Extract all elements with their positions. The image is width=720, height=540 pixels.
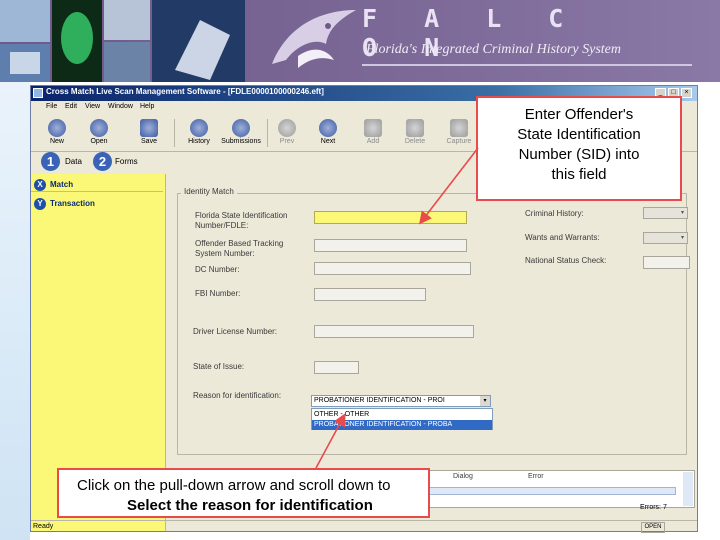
menu-window[interactable]: Window	[108, 103, 133, 110]
chevron-down-icon[interactable]: ▾	[480, 396, 490, 406]
criminal-history-select[interactable]: ▾	[643, 207, 688, 219]
window-title: Cross Match Live Scan Management Softwar…	[46, 87, 324, 96]
next-arrow-icon	[319, 119, 337, 137]
reason-label: Reason for identification:	[193, 391, 282, 400]
toolbar-separator	[174, 119, 175, 147]
new-button[interactable]: New	[37, 117, 77, 149]
save-button[interactable]: Save	[129, 117, 169, 149]
reason-dropdown-list: OTHER - OTHER PROBATIONER IDENTIFICATION…	[311, 408, 493, 430]
reason-select[interactable]: PROBATIONER IDENTIFICATION - PROI ▾	[311, 395, 491, 407]
save-label: Save	[141, 138, 157, 145]
menu-edit[interactable]: Edit	[65, 103, 77, 110]
app-icon	[33, 88, 43, 98]
falcon-subtitle: Florida's Integrated Criminal History Sy…	[366, 42, 621, 57]
grid-header-error[interactable]: Error	[528, 473, 544, 480]
new-icon	[48, 119, 66, 137]
driver-license-label: Driver License Number:	[193, 327, 278, 336]
wants-warrants-label: Wants and Warrants:	[525, 233, 600, 242]
grid-header-dialog[interactable]: Dialog	[453, 473, 473, 480]
nav-divider	[31, 191, 163, 192]
next-label: Next	[320, 138, 336, 145]
delete-icon	[406, 119, 424, 137]
capture-icon	[450, 119, 468, 137]
menu-help[interactable]: Help	[140, 103, 154, 110]
add-icon	[364, 119, 382, 137]
reason-option-other[interactable]: OTHER - OTHER	[312, 410, 492, 420]
sid-label: Florida State Identification Number/FDLE…	[195, 211, 288, 230]
tab-forms[interactable]: Forms	[115, 157, 138, 166]
sid-callout-line: Enter Offender's	[524, 106, 634, 123]
submissions-button[interactable]: Submissions	[221, 117, 261, 149]
chevron-down-icon: ▾	[680, 210, 684, 216]
open-label: Open	[90, 138, 108, 145]
state-of-issue-label: State of Issue:	[193, 362, 245, 371]
driver-license-input[interactable]	[314, 325, 474, 338]
fbi-number-label: FBI Number:	[195, 289, 241, 298]
obts-label: Offender Based Tracking System Number:	[195, 239, 284, 258]
nav-label-match: Match	[50, 180, 74, 189]
photo-mosaic-image	[0, 0, 245, 82]
delete-button[interactable]: Delete	[395, 117, 435, 149]
obts-input[interactable]	[314, 239, 467, 252]
capture-button[interactable]: Capture	[439, 117, 479, 149]
chevron-down-icon: ▾	[680, 235, 684, 241]
step-2-badge[interactable]: 2	[93, 152, 112, 171]
reason-callout: Click on the pull-down arrow and scroll …	[57, 468, 430, 518]
criminal-history-label: Criminal History:	[525, 209, 584, 218]
save-disk-icon	[140, 119, 158, 137]
sid-input[interactable]	[314, 211, 467, 224]
sid-callout: Enter Offender's State Identification Nu…	[476, 96, 682, 201]
close-button[interactable]: ×	[681, 88, 692, 98]
status-ready: Ready	[33, 523, 54, 530]
match-icon: X	[34, 179, 46, 191]
grid-vertical-scrollbar[interactable]	[683, 472, 693, 506]
tab-data[interactable]: Data	[65, 157, 82, 166]
menu-view[interactable]: View	[85, 103, 100, 110]
add-label: Add	[366, 138, 380, 145]
nav-label-transaction: Transaction	[50, 199, 95, 208]
menu-file[interactable]: File	[46, 103, 57, 110]
falcon-title: F A L C O N	[362, 4, 580, 62]
prev-arrow-icon	[278, 119, 296, 137]
banner-divider	[362, 64, 692, 66]
sid-callout-line: this field	[551, 166, 607, 183]
sid-callout-line: Number (SID) into	[518, 146, 640, 163]
reason-callout-line: Click on the pull-down arrow and scroll …	[77, 477, 391, 494]
state-of-issue-input[interactable]	[314, 361, 359, 374]
submissions-icon	[232, 119, 250, 137]
reason-callout-line: Select the reason for identification	[127, 497, 373, 514]
history-button[interactable]: History	[179, 117, 219, 149]
slide-background-strip	[0, 82, 30, 540]
next-button[interactable]: Next	[308, 117, 348, 149]
delete-label: Delete	[404, 138, 426, 145]
status-open-indicator: OPEN	[641, 522, 665, 533]
add-button[interactable]: Add	[353, 117, 393, 149]
transaction-icon: Y	[34, 198, 46, 210]
identity-match-legend: Identity Match	[181, 187, 237, 196]
national-status-input[interactable]	[643, 256, 690, 269]
capture-label: Capture	[446, 138, 472, 145]
prev-button[interactable]: Prev	[267, 117, 307, 149]
reason-select-value: PROBATIONER IDENTIFICATION - PROI	[314, 397, 445, 404]
nav-item-transaction[interactable]: Y Transaction	[34, 198, 162, 212]
prev-label: Prev	[279, 138, 295, 145]
wants-warrants-select[interactable]: ▾	[643, 232, 688, 244]
new-label: New	[49, 138, 64, 145]
fbi-number-input[interactable]	[314, 288, 426, 301]
errors-count: Errors: 7	[640, 504, 667, 511]
submissions-label: Submissions	[221, 138, 261, 145]
status-bar: Ready OPEN	[31, 520, 697, 533]
open-folder-icon	[90, 119, 108, 137]
dc-number-label: DC Number:	[195, 265, 240, 274]
step-1-badge[interactable]: 1	[41, 152, 60, 171]
falcon-eagle-logo	[272, 10, 356, 68]
history-icon	[190, 119, 208, 137]
sid-callout-line: State Identification	[517, 126, 641, 143]
reason-option-probationer[interactable]: PROBATIONER IDENTIFICATION - PROBA	[312, 420, 492, 430]
history-label: History	[188, 138, 210, 145]
open-button[interactable]: Open	[79, 117, 119, 149]
national-status-label: National Status Check:	[525, 256, 607, 265]
falcon-banner: F A L C O N Florida's Integrated Crimina…	[0, 0, 720, 82]
dc-number-input[interactable]	[314, 262, 471, 275]
